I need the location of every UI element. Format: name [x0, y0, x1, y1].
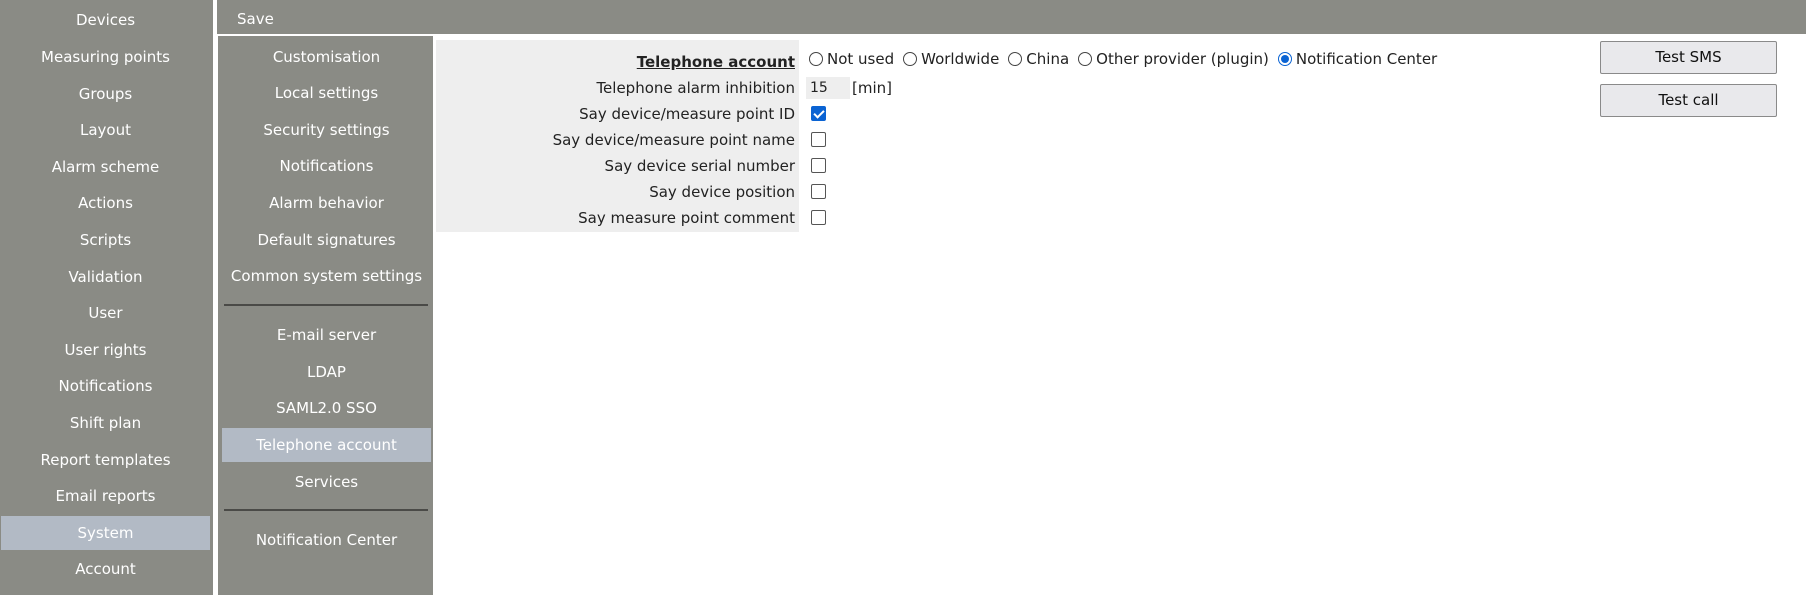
- say-serial-checkbox[interactable]: [811, 158, 826, 173]
- nav-item-notifications[interactable]: Notifications: [1, 369, 210, 403]
- say-comment-label: Say measure point comment: [578, 209, 795, 227]
- save-button[interactable]: Save: [233, 0, 278, 34]
- sub-item-ldap[interactable]: LDAP: [222, 355, 431, 389]
- sub-item-telephone-account[interactable]: Telephone account: [222, 428, 431, 462]
- nav-item-report-templates[interactable]: Report templates: [1, 443, 210, 477]
- radio-label: Other provider (plugin): [1096, 50, 1269, 68]
- sub-item-local-settings[interactable]: Local settings: [222, 76, 431, 110]
- telephone-account-heading: Telephone account: [636, 53, 795, 71]
- say-serial-label: Say device serial number: [604, 157, 795, 175]
- nav-item-shift-plan[interactable]: Shift plan: [1, 406, 210, 440]
- radio-button[interactable]: [809, 52, 823, 66]
- radio-china[interactable]: China: [1008, 50, 1069, 68]
- nav-item-email-reports[interactable]: Email reports: [1, 479, 210, 513]
- nav-item-validation[interactable]: Validation: [1, 260, 210, 294]
- alarm-inhibition-unit: [min]: [852, 79, 892, 97]
- nav-item-measuring-points[interactable]: Measuring points: [1, 40, 210, 74]
- say-position-label: Say device position: [649, 183, 795, 201]
- nav-item-actions[interactable]: Actions: [1, 186, 210, 220]
- sub-nav-divider: [224, 304, 428, 306]
- main-navigation: Devices Measuring points Groups Layout A…: [0, 0, 213, 595]
- toolbar: Save: [217, 0, 1806, 34]
- say-id-label: Say device/measure point ID: [579, 105, 795, 123]
- sub-item-notifications[interactable]: Notifications: [222, 149, 431, 183]
- radio-label: Notification Center: [1295, 50, 1438, 68]
- radio-worldwide[interactable]: Worldwide: [903, 50, 999, 68]
- say-name-checkbox[interactable]: [811, 132, 826, 147]
- say-name-label: Say device/measure point name: [552, 131, 795, 149]
- sub-item-security-settings[interactable]: Security settings: [222, 113, 431, 147]
- sub-item-alarm-behavior[interactable]: Alarm behavior: [222, 186, 431, 220]
- sub-item-saml-sso[interactable]: SAML2.0 SSO: [222, 391, 431, 425]
- radio-button[interactable]: [1008, 52, 1023, 66]
- sub-item-services[interactable]: Services: [222, 465, 431, 499]
- test-sms-button[interactable]: Test SMS: [1600, 41, 1777, 74]
- radio-label: China: [1026, 50, 1070, 68]
- provider-radio-group: Not used Worldwide China Other provider …: [809, 48, 1446, 70]
- radio-label: Not used: [827, 50, 895, 68]
- radio-button[interactable]: [903, 52, 918, 66]
- sub-nav-divider: [224, 509, 428, 511]
- sub-item-notification-center[interactable]: Notification Center: [222, 523, 431, 557]
- radio-label: Worldwide: [921, 50, 1000, 68]
- nav-item-user[interactable]: User: [1, 296, 210, 330]
- say-position-checkbox[interactable]: [811, 184, 826, 199]
- settings-navigation: Customisation Local settings Security se…: [218, 36, 433, 595]
- radio-not-used[interactable]: Not used: [809, 50, 894, 68]
- nav-item-system[interactable]: System: [1, 516, 210, 550]
- nav-item-alarm-scheme[interactable]: Alarm scheme: [1, 150, 210, 184]
- sub-item-customisation[interactable]: Customisation: [222, 40, 431, 74]
- radio-other-provider[interactable]: Other provider (plugin): [1078, 50, 1269, 68]
- test-call-button[interactable]: Test call: [1600, 84, 1777, 117]
- alarm-inhibition-label: Telephone alarm inhibition: [596, 79, 795, 97]
- sub-item-email-server[interactable]: E-mail server: [222, 318, 431, 352]
- radio-button-selected[interactable]: [1277, 52, 1292, 66]
- nav-item-scripts[interactable]: Scripts: [1, 223, 210, 257]
- sub-item-common-system-settings[interactable]: Common system settings: [222, 259, 431, 293]
- nav-item-account[interactable]: Account: [1, 552, 210, 586]
- sub-item-default-signatures[interactable]: Default signatures: [222, 223, 431, 257]
- toolbar-divider: [217, 34, 1806, 36]
- say-id-checkbox[interactable]: [811, 106, 826, 121]
- nav-item-layout[interactable]: Layout: [1, 113, 210, 147]
- nav-divider: [213, 0, 217, 595]
- radio-notification-center[interactable]: Notification Center: [1277, 50, 1438, 68]
- nav-item-devices[interactable]: Devices: [1, 3, 210, 37]
- nav-item-user-rights[interactable]: User rights: [1, 333, 210, 367]
- say-comment-checkbox[interactable]: [811, 210, 826, 225]
- nav-item-groups[interactable]: Groups: [1, 77, 210, 111]
- radio-button[interactable]: [1078, 52, 1093, 66]
- alarm-inhibition-input[interactable]: [806, 77, 850, 99]
